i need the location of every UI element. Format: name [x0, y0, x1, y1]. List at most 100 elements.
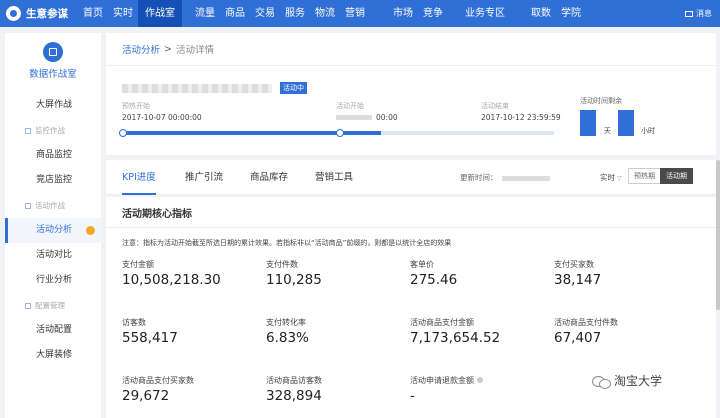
sidebar-section: 配置管理	[5, 293, 101, 318]
sidebar-section-label: 监控作战	[35, 126, 65, 135]
activity-progress-bar	[119, 129, 554, 137]
nav-items: 首页 实时 作战室 流量 商品 交易 服务 物流 营销 市场 竞争 业务专区 取数 学院	[78, 0, 586, 27]
nav-item[interactable]: 业务专区	[460, 0, 510, 27]
brand-name: 生意参谋	[26, 8, 68, 20]
sidebar-item[interactable]: 大屏作战	[5, 93, 101, 118]
sidebar-item[interactable]: 活动配置	[5, 318, 101, 343]
start-value: 00:00	[376, 113, 398, 122]
kpi-note: 注意：指标为活动开始截至所选日期的累计效果。若指标非以“活动商品”前缀的，则都是…	[122, 239, 452, 247]
sidebar-item-label: 商品监控	[36, 150, 73, 160]
brand-logo-icon	[6, 6, 21, 21]
kpi-metric: 活动商品访客数 328,894	[266, 375, 322, 404]
sidebar-section-label: 配置管理	[35, 301, 65, 310]
metric-label: 活动商品支付买家数	[122, 375, 194, 386]
kpi-metric: 活动申请退款金额 -	[410, 375, 483, 404]
metric-value: 29,672	[122, 388, 170, 404]
brand[interactable]: 生意参谋	[0, 6, 78, 21]
breadcrumb-link[interactable]: 活动分析	[122, 42, 160, 56]
section-icon	[25, 127, 31, 134]
kpi-metric: 活动商品支付买家数 29,672	[122, 375, 194, 404]
nav-item[interactable]: 实时	[108, 0, 138, 27]
metric-label-text: 活动申请退款金额	[410, 376, 474, 385]
status-badge: 活动中	[280, 82, 307, 94]
kpi-metric: 支付买家数 38,147	[554, 259, 601, 288]
metric-value: 275.46	[410, 272, 458, 288]
kpi-metric: 活动商品支付件数 67,407	[554, 317, 618, 346]
preheat-label: 预热开始	[122, 102, 150, 110]
update-time-redacted	[502, 176, 550, 181]
sidebar-item[interactable]: 活动对比	[5, 243, 101, 268]
sidebar-item-label: 大屏装修	[36, 350, 73, 360]
kpi-metric: 活动商品支付金额 7,173,654.52	[410, 317, 500, 346]
watermark-text: 淘宝大学	[614, 374, 663, 388]
nav-item[interactable]: 市场	[388, 0, 418, 27]
metric-label: 活动商品支付金额	[410, 317, 500, 328]
page-scrollbar[interactable]	[716, 160, 720, 310]
metric-label: 活动商品访客数	[266, 375, 322, 386]
sidebar-section-label: 活动作战	[35, 201, 65, 210]
section-icon	[25, 302, 31, 309]
chevron-down-icon: ▽	[617, 175, 622, 182]
metric-value: 110,285	[266, 272, 322, 288]
sidebar-header: 数据作战室	[5, 33, 101, 93]
sidebar-item-label: 竞店监控	[36, 175, 73, 185]
wechat-icon	[592, 374, 611, 389]
tab-kpi[interactable]: KPI进度	[122, 160, 156, 195]
metric-label-text: 活动商品支付金额	[410, 318, 474, 327]
nav-item[interactable]: 学院	[556, 0, 586, 27]
tab-marketing-tools[interactable]: 营销工具	[315, 160, 353, 195]
progress-knob-preheat	[119, 129, 127, 137]
kpi-metric: 支付金额 10,508,218.30	[122, 259, 221, 288]
segment-active[interactable]: 活动期	[660, 168, 693, 184]
sidebar-item[interactable]: 行业分析	[5, 268, 101, 293]
tab-inventory[interactable]: 商品库存	[250, 160, 288, 195]
sidebar-item-label: 行业分析	[36, 275, 73, 285]
section-icon	[25, 202, 31, 209]
sidebar-menu: 大屏作战监控作战商品监控竞店监控活动作战活动分析 活动对比行业分析配置管理活动配置…	[5, 93, 101, 368]
nav-item[interactable]: 首页	[78, 0, 108, 27]
countdown-day-unit: 天	[604, 127, 611, 135]
metric-value: 328,894	[266, 388, 322, 404]
sidebar-item[interactable]: 活动分析	[5, 218, 101, 243]
nav-item[interactable]: 营销	[340, 0, 370, 27]
tab-traffic[interactable]: 推广引流	[185, 160, 223, 195]
active-indicator-dot	[86, 226, 95, 235]
help-icon[interactable]	[477, 377, 483, 383]
breadcrumb: 活动分析 > 活动详情	[106, 33, 716, 66]
metric-value: 6.83%	[266, 330, 309, 346]
nav-item[interactable]: 物流	[310, 0, 340, 27]
nav-item[interactable]: 商品	[220, 0, 250, 27]
kpi-metric: 支付转化率 6.83%	[266, 317, 309, 346]
sidebar-section: 活动作战	[5, 193, 101, 218]
sidebar-item[interactable]: 商品监控	[5, 143, 101, 168]
segment-preheat[interactable]: 预热期	[628, 168, 661, 184]
nav-item[interactable]: 服务	[280, 0, 310, 27]
progress-knob-start	[336, 129, 344, 137]
metric-label-text: 访客数	[122, 318, 146, 327]
sidebar: 数据作战室 大屏作战监控作战商品监控竞店监控活动作战活动分析 活动对比行业分析配置…	[5, 33, 101, 418]
kpi-metric: 支付件数 110,285	[266, 259, 322, 288]
metric-label-text: 客单价	[410, 260, 434, 269]
nav-item[interactable]: 取数	[526, 0, 556, 27]
nav-item[interactable]: 流量	[190, 0, 220, 27]
sidebar-item[interactable]: 大屏装修	[5, 343, 101, 368]
metric-label-text: 活动商品支付买家数	[122, 376, 194, 385]
kpi-metric: 客单价 275.46	[410, 259, 457, 288]
kpi-divider	[106, 227, 716, 228]
metric-label-text: 活动商品访客数	[266, 376, 322, 385]
metric-label: 支付件数	[266, 259, 322, 270]
metric-value: 7,173,654.52	[410, 330, 501, 346]
metric-label-text: 支付金额	[122, 260, 154, 269]
message-link[interactable]: 消息	[685, 0, 712, 27]
nav-item[interactable]: 作战室	[138, 0, 182, 27]
metric-label: 活动申请退款金额	[410, 375, 483, 386]
sidebar-item[interactable]: 竞店监控	[5, 168, 101, 193]
preheat-value: 2017-10-07 00:00:00	[122, 113, 202, 122]
metric-label: 支付转化率	[266, 317, 309, 328]
metric-label: 活动商品支付件数	[554, 317, 618, 328]
realtime-select[interactable]: 实时 ▽	[600, 160, 622, 196]
nav-item[interactable]: 竞争	[418, 0, 448, 27]
metric-label-text: 支付转化率	[266, 318, 306, 327]
nav-item[interactable]: 交易	[250, 0, 280, 27]
war-room-icon	[43, 42, 63, 62]
